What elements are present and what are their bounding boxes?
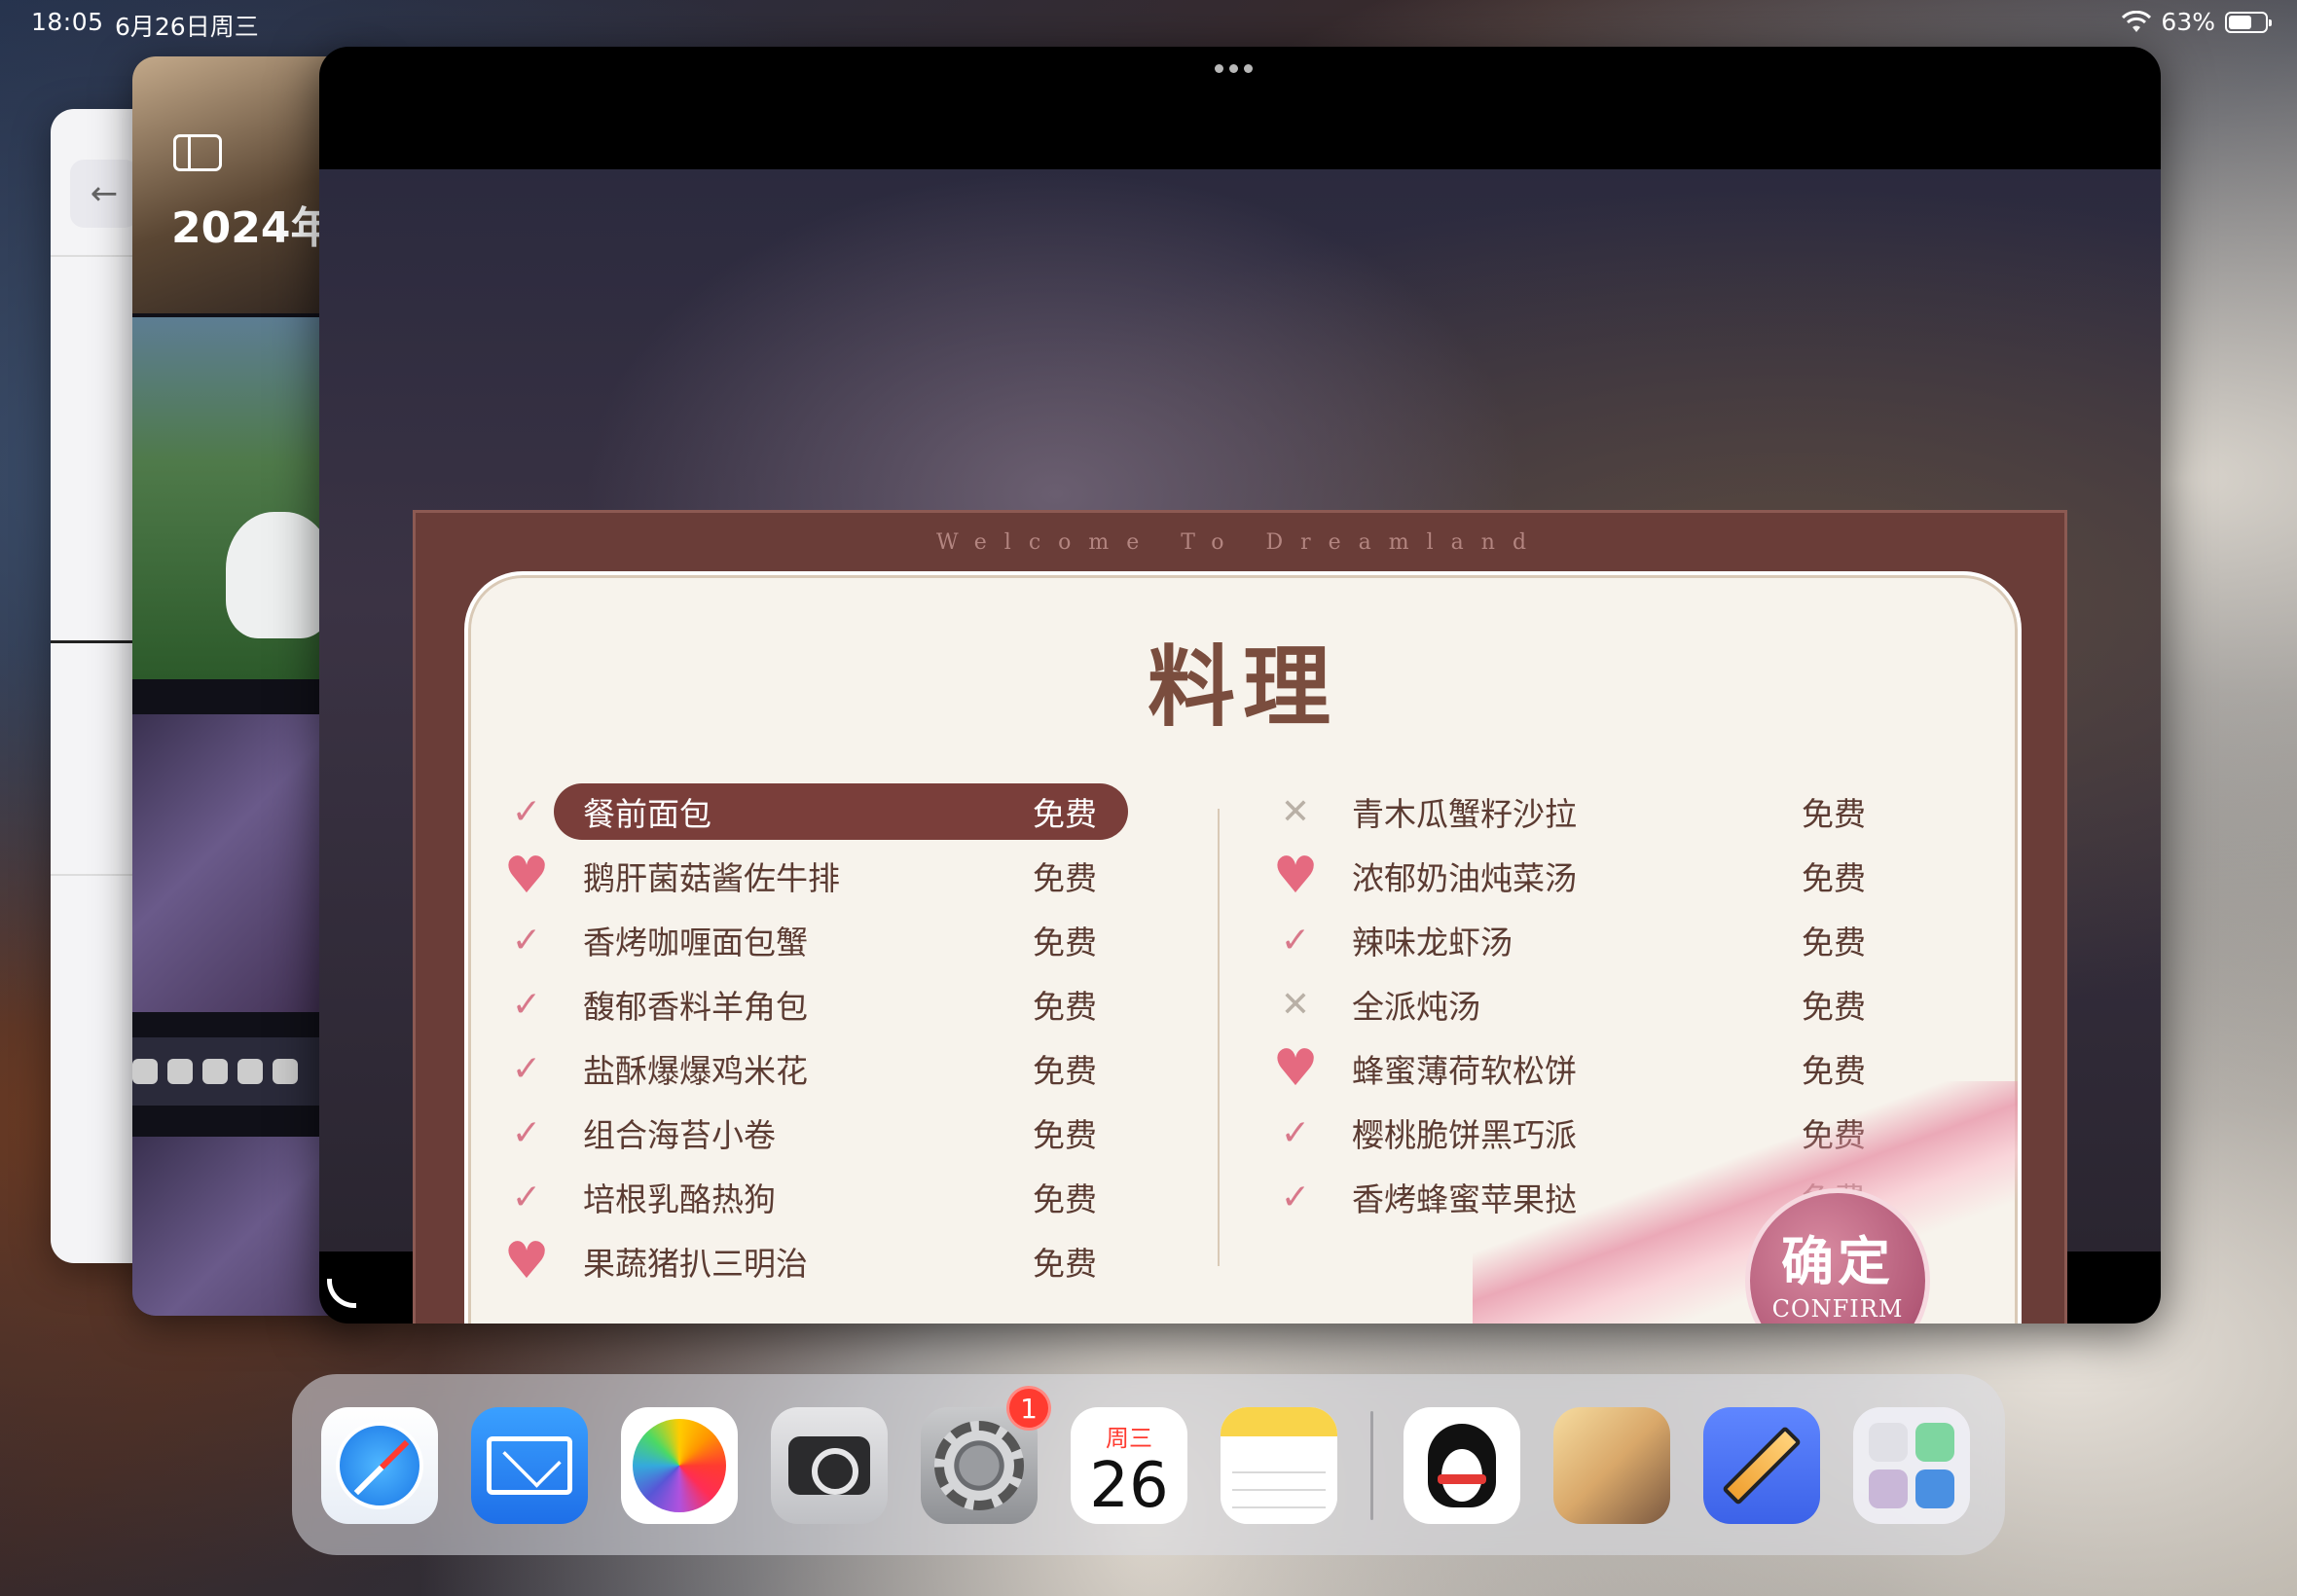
check-icon: ✓ — [511, 984, 542, 1025]
heart-icon: ♥ — [1272, 847, 1319, 905]
cross-icon: ✕ — [1280, 984, 1311, 1025]
menu-item[interactable]: ♥ 浓郁奶油炖菜汤 免费 — [1266, 844, 1948, 908]
menu-item[interactable]: ✓ 辣味龙虾汤 免费 — [1266, 908, 1948, 972]
game-app-window[interactable]: Welcome To Dreamland 料理 ✓ 餐前面包 免费 ♥ 鹅肝菌菇酱佐牛排… — [319, 47, 2161, 1324]
notes-app-icon[interactable] — [1221, 1407, 1337, 1524]
dock-separator — [1370, 1411, 1373, 1520]
menu-list-left: ✓ 餐前面包 免费 ♥ 鹅肝菌菇酱佐牛排 免费 ✓ 香烤咖喱面包蟹 免费 ✓ 馥郁香料羊角包 免费 ✓ 盐… — [497, 780, 1179, 1293]
confirm-label-en: CONFIRM — [1771, 1295, 1904, 1323]
heart-icon: ♥ — [503, 1232, 550, 1290]
menu-item-price: 免费 — [1033, 859, 1097, 897]
window-more-icon[interactable] — [1215, 64, 1253, 73]
wifi-icon — [2122, 10, 2152, 32]
check-icon: ✓ — [511, 920, 542, 961]
status-right: 63% — [2122, 8, 2272, 36]
welcome-banner: Welcome To Dreamland — [935, 530, 1545, 555]
check-icon: ✓ — [1280, 1112, 1311, 1153]
menu-item[interactable]: ♥ 鹅肝菌菇酱佐牛排 免费 — [497, 844, 1179, 908]
menu-item[interactable]: ✕ 全派炖汤 免费 — [1266, 972, 1948, 1036]
photo-subject — [226, 512, 333, 638]
menu-item[interactable]: ✓ 组合海苔小卷 免费 — [497, 1101, 1179, 1165]
check-icon: ✓ — [511, 1177, 542, 1217]
safari-app-icon[interactable] — [321, 1407, 438, 1524]
settings-badge: 1 — [1006, 1386, 1051, 1431]
menu-item-price: 免费 — [1033, 1180, 1097, 1218]
status-bar: 18:05 6月26日周三 63% — [0, 0, 2297, 47]
menu-item-price: 免费 — [1802, 988, 1866, 1026]
divider — [51, 640, 138, 643]
status-date: 6月26日周三 — [115, 13, 259, 41]
calendar-app-icon[interactable]: 周三 26 — [1071, 1407, 1187, 1524]
battery-icon — [2225, 11, 2272, 33]
menu-item[interactable]: ✓ 培根乳酪热狗 免费 — [497, 1165, 1179, 1229]
menu-item-price: 免费 — [1033, 1052, 1097, 1090]
back-arrow-icon[interactable]: ← — [70, 160, 138, 228]
sidebar-toggle-icon[interactable] — [173, 134, 222, 171]
check-icon: ✓ — [511, 1112, 542, 1153]
menu-item[interactable]: ✓ 盐酥爆爆鸡米花 免费 — [497, 1036, 1179, 1101]
menu-title: 料理 — [1148, 635, 1338, 739]
menu-item-name: 青木瓜蟹籽沙拉 — [1352, 795, 1577, 833]
qq-app-icon[interactable] — [1404, 1407, 1520, 1524]
cross-icon: ✕ — [1280, 791, 1311, 832]
app-folder-icon[interactable] — [1853, 1407, 1970, 1524]
menu-item-name: 香烤咖喱面包蟹 — [583, 924, 808, 961]
photos-year-title: 2024年 — [171, 203, 334, 253]
menu-item-name: 果蔬猪扒三明治 — [583, 1245, 808, 1283]
mail-app-icon[interactable] — [471, 1407, 588, 1524]
dock: 1 周三 26 — [292, 1374, 2005, 1555]
photos-app-icon[interactable] — [621, 1407, 738, 1524]
menu-item-price: 免费 — [1802, 795, 1866, 833]
check-icon: ✓ — [1280, 920, 1311, 961]
menu-paper: 料理 ✓ 餐前面包 免费 ♥ 鹅肝菌菇酱佐牛排 免费 ✓ 香烤咖喱面包蟹 免费 ✓ 馥郁香料羊角包免… — [464, 571, 2022, 1324]
game-app-icon[interactable] — [1553, 1407, 1670, 1524]
menu-item-name: 全派炖汤 — [1352, 988, 1480, 1026]
heart-icon: ♥ — [1272, 1039, 1319, 1098]
menu-item-price: 免费 — [1033, 1116, 1097, 1154]
check-icon: ✓ — [1280, 1177, 1311, 1217]
menu-item-price: 免费 — [1033, 795, 1097, 833]
menu-item-name: 餐前面包 — [583, 795, 711, 833]
battery-fill — [2229, 15, 2251, 29]
menu-item-name: 馥郁香料羊角包 — [583, 988, 808, 1026]
menu-item-name: 浓郁奶油炖菜汤 — [1352, 859, 1577, 897]
status-time: 18:05 — [31, 8, 104, 36]
menu-item-price: 免费 — [1802, 859, 1866, 897]
pen-app-icon[interactable] — [1703, 1407, 1820, 1524]
battery-percent: 63% — [2161, 8, 2215, 36]
menu-item-price: 免费 — [1033, 1245, 1097, 1283]
menu-item-name: 辣味龙虾汤 — [1352, 924, 1513, 961]
menu-item[interactable]: ✓ 馥郁香料羊角包 免费 — [497, 972, 1179, 1036]
menu-card: Welcome To Dreamland 料理 ✓ 餐前面包 免费 ♥ 鹅肝菌菇酱佐牛排… — [413, 510, 2067, 1324]
menu-item-price: 免费 — [1033, 924, 1097, 961]
camera-app-icon[interactable] — [771, 1407, 888, 1524]
check-icon: ✓ — [511, 791, 542, 832]
menu-item[interactable]: ✕ 青木瓜蟹籽沙拉 免费 — [1266, 780, 1948, 844]
menu-item[interactable]: ✓ 香烤咖喱面包蟹 免费 — [497, 908, 1179, 972]
calendar-date: 26 — [1089, 1449, 1169, 1522]
menu-item-name: 鹅肝菌菇酱佐牛排 — [583, 859, 840, 897]
menu-item-price: 免费 — [1033, 988, 1097, 1026]
heart-icon: ♥ — [503, 847, 550, 905]
menu-item[interactable]: ♥ 果蔬猪扒三明治 免费 — [497, 1229, 1179, 1293]
confirm-label-cn: 确定 — [1781, 1230, 1894, 1292]
column-divider — [1218, 809, 1220, 1266]
check-icon: ✓ — [511, 1048, 542, 1089]
menu-item-name: 组合海苔小卷 — [583, 1116, 776, 1154]
calendar-weekday: 周三 — [1106, 1424, 1152, 1452]
menu-item-name: 盐酥爆爆鸡米花 — [583, 1052, 808, 1090]
menu-item[interactable]: ✓ 餐前面包 免费 — [497, 780, 1179, 844]
menu-item-name: 培根乳酪热狗 — [583, 1180, 776, 1218]
menu-item-price: 免费 — [1802, 924, 1866, 961]
resize-handle-icon[interactable] — [327, 1279, 356, 1308]
game-scene[interactable]: Welcome To Dreamland 料理 ✓ 餐前面包 免费 ♥ 鹅肝菌菇酱佐牛排… — [319, 169, 2161, 1324]
